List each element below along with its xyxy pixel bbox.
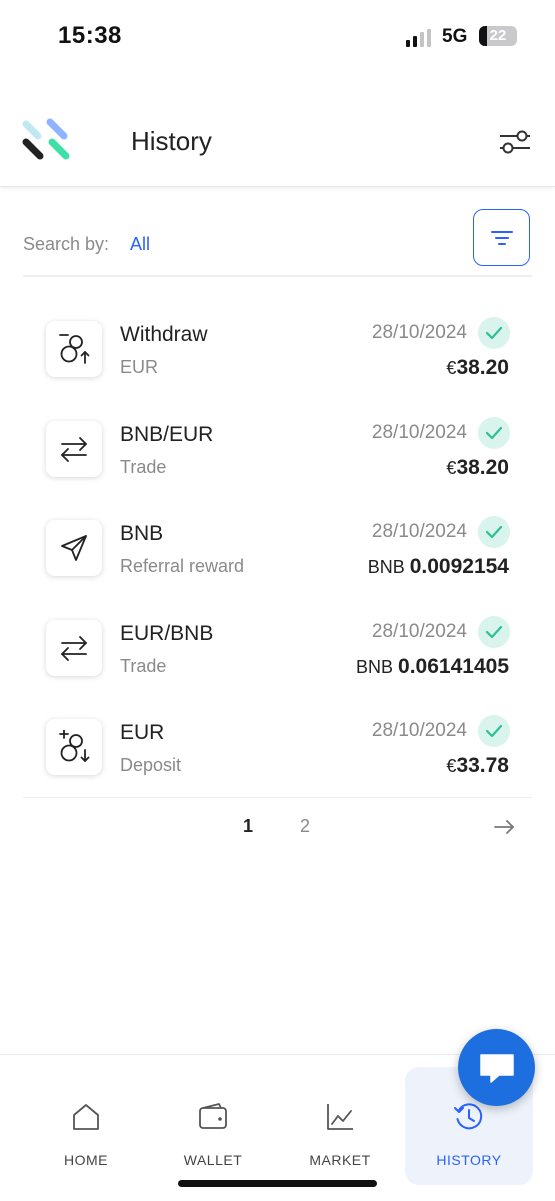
amount-currency: BNB (367, 557, 410, 578)
transaction-subtitle: Trade (120, 456, 167, 477)
transaction-amount: BNB 0.06141405 (356, 655, 509, 679)
home-indicator (178, 1180, 377, 1187)
transaction-title: EUR/BNB (120, 621, 214, 645)
amount-currency: € (446, 756, 457, 777)
transaction-title: EUR (120, 721, 165, 745)
divider (23, 797, 532, 798)
chart-icon (327, 1104, 353, 1130)
amount-value: 38.20 (456, 455, 509, 479)
amount-value: 38.20 (456, 356, 509, 379)
transaction-date: 28/10/2024 (371, 322, 467, 343)
transaction-row[interactable]: BNB/EUR Trade 28/10/2024 €38.20 (0, 400, 555, 500)
amount-value: 0.0092154 (409, 555, 509, 579)
success-check-icon (478, 416, 510, 449)
amount-value: 0.06141405 (398, 654, 509, 678)
nav-market[interactable]: MARKET (276, 1067, 404, 1185)
nav-wallet[interactable]: WALLET (149, 1067, 277, 1185)
search-by-value[interactable]: All (130, 234, 150, 255)
transaction-row[interactable]: Withdraw EUR 28/10/2024 €38.20 (0, 300, 555, 400)
nav-label-market: MARKET (309, 1152, 371, 1168)
amount-currency: € (446, 457, 457, 478)
transaction-title: Withdraw (120, 323, 208, 346)
nav-home[interactable]: HOME (22, 1067, 150, 1185)
settings-sliders-icon[interactable] (498, 128, 532, 156)
transaction-list: Withdraw EUR 28/10/2024 €38.20 BNB/EUR T… (0, 300, 555, 798)
transaction-subtitle: Trade (120, 655, 167, 676)
status-bar: 15:38 5G 22 (0, 0, 555, 70)
transaction-amount: BNB 0.0092154 (368, 555, 509, 579)
transaction-date: 28/10/2024 (371, 521, 467, 543)
filter-icon (490, 230, 513, 245)
transaction-amount: €38.20 (446, 356, 509, 380)
transaction-subtitle: Referral reward (120, 556, 245, 577)
deposit-icon (46, 719, 102, 776)
page-button-2[interactable]: 2 (300, 816, 310, 837)
transaction-row[interactable]: EUR Deposit 28/10/2024 €33.78 (0, 698, 555, 798)
app-header: History (0, 100, 555, 187)
wallet-icon (199, 1103, 227, 1129)
status-time: 15:38 (58, 22, 122, 49)
transaction-subtitle: EUR (120, 357, 159, 377)
swap-arrows-icon (46, 420, 102, 477)
transaction-title: BNB (120, 522, 164, 546)
filter-button[interactable] (473, 209, 530, 266)
search-by-label: Search by: (23, 234, 110, 254)
send-plane-icon (46, 520, 102, 577)
withdraw-icon (46, 321, 102, 377)
success-check-icon (478, 615, 510, 648)
swap-arrows-icon (46, 619, 102, 676)
next-page-arrow-icon[interactable] (492, 815, 516, 839)
nav-label-wallet: WALLET (183, 1152, 243, 1168)
transaction-amount: €33.78 (446, 754, 509, 778)
amount-currency: BNB (356, 656, 399, 677)
nav-label-history: HISTORY (436, 1152, 502, 1168)
battery-icon: 22 (479, 26, 517, 46)
battery-level: 22 (489, 27, 507, 44)
network-type: 5G (442, 26, 468, 47)
transaction-date: 28/10/2024 (371, 421, 467, 443)
transaction-title: BNB/EUR (120, 422, 214, 446)
transaction-date: 28/10/2024 (371, 620, 467, 642)
amount-currency: € (446, 358, 457, 378)
divider (23, 275, 532, 277)
chat-support-button[interactable] (458, 1029, 535, 1106)
transaction-row[interactable]: BNB Referral reward 28/10/2024 BNB 0.009… (0, 499, 555, 599)
home-icon (73, 1104, 99, 1130)
success-check-icon (478, 516, 510, 549)
nav-label-home: HOME (64, 1152, 108, 1168)
chat-bubble-icon (479, 1053, 514, 1083)
signal-icon (406, 29, 434, 47)
success-check-icon (478, 317, 510, 349)
transaction-subtitle: Deposit (120, 755, 182, 776)
page-title: History (131, 126, 212, 156)
transaction-amount: €38.20 (446, 456, 509, 480)
success-check-icon (478, 715, 510, 748)
page-button-1[interactable]: 1 (243, 816, 253, 837)
transaction-date: 28/10/2024 (371, 720, 467, 742)
history-icon (454, 1103, 483, 1130)
transaction-row[interactable]: EUR/BNB Trade 28/10/2024 BNB 0.06141405 (0, 599, 555, 699)
amount-value: 33.78 (456, 754, 509, 778)
app-logo (22, 118, 70, 160)
